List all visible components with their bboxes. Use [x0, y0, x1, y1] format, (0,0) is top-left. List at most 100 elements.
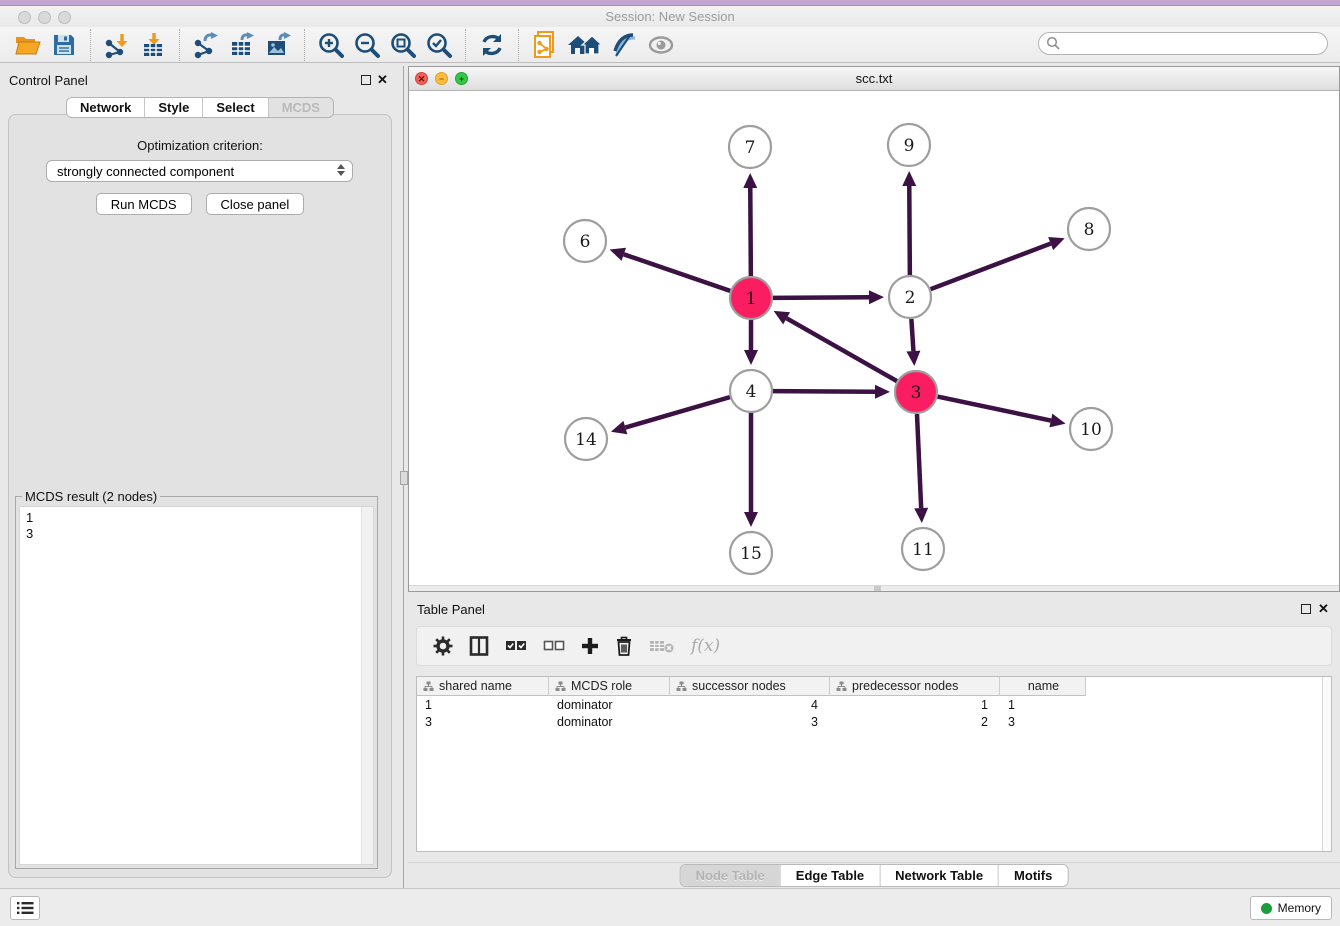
zoom-selected-icon[interactable]	[421, 29, 457, 61]
tab-select[interactable]: Select	[202, 98, 267, 117]
graph-edge[interactable]	[931, 244, 1051, 290]
graph-edge[interactable]	[624, 254, 730, 291]
tab-network[interactable]: Network	[67, 98, 144, 117]
graph-edge[interactable]	[909, 186, 910, 275]
status-bar: Memory	[0, 888, 1340, 926]
sort-hierarchy-icon	[423, 681, 434, 692]
criterion-dropdown[interactable]: strongly connected component	[46, 160, 353, 182]
optimization-criterion-label: Optimization criterion:	[9, 138, 391, 153]
graph-edge[interactable]	[773, 297, 869, 298]
column-header-predecessor-nodes[interactable]: predecessor nodes	[830, 677, 1000, 696]
control-panel-title: Control Panel	[9, 73, 88, 88]
toolbar-separator	[465, 29, 466, 61]
column-header-shared-name[interactable]: shared name	[417, 677, 549, 696]
save-session-icon[interactable]	[46, 29, 82, 61]
search-box[interactable]	[1038, 32, 1328, 55]
table-scrollbar[interactable]	[1322, 677, 1331, 851]
open-session-icon[interactable]	[10, 29, 46, 61]
deselect-all-icon[interactable]	[543, 634, 565, 658]
gear-icon[interactable]	[433, 634, 453, 658]
table-cell[interactable]: 2	[830, 713, 1000, 730]
zoom-out-icon[interactable]	[349, 29, 385, 61]
import-network-icon[interactable]	[99, 29, 135, 61]
control-panel: Control Panel ✕ Optimization criterion: …	[0, 66, 400, 888]
column-header-name[interactable]: name	[1000, 677, 1086, 696]
table-row[interactable]: 3dominator323	[417, 713, 1331, 730]
tab-motifs[interactable]: Motifs	[998, 865, 1067, 886]
graph-node-label: 11	[912, 540, 934, 560]
close-table-panel-icon[interactable]: ✕	[1318, 601, 1329, 617]
result-line: 1	[26, 510, 367, 526]
graph-edge[interactable]	[938, 397, 1051, 421]
network-canvas[interactable]: 1234678910111415	[409, 91, 1339, 586]
float-table-panel-icon[interactable]	[1301, 604, 1311, 614]
graph-edge-arrowhead	[902, 171, 916, 186]
new-network-icon[interactable]	[527, 29, 563, 61]
memory-button[interactable]: Memory	[1250, 896, 1332, 920]
table-cell[interactable]: 3	[1000, 713, 1086, 730]
graph-edge[interactable]	[625, 397, 730, 427]
style-icon[interactable]	[607, 29, 643, 61]
table-cell[interactable]: 1	[830, 696, 1000, 713]
divider	[408, 862, 1340, 863]
table-cell[interactable]: 3	[670, 713, 830, 730]
table-cell[interactable]: dominator	[549, 713, 670, 730]
delete-row-icon[interactable]	[615, 634, 633, 658]
sort-hierarchy-icon	[836, 681, 847, 692]
horizontal-splitter-grip[interactable]	[874, 586, 881, 591]
splitter-grip[interactable]	[400, 471, 408, 485]
graph-edge[interactable]	[911, 319, 913, 351]
graph-edge[interactable]	[917, 414, 921, 508]
tab-network-table[interactable]: Network Table	[879, 865, 998, 886]
table-row[interactable]: 1dominator411	[417, 696, 1331, 713]
columns-icon[interactable]	[469, 634, 489, 658]
export-table-icon[interactable]	[224, 29, 260, 61]
table-cell[interactable]: 3	[417, 713, 549, 730]
select-all-icon[interactable]	[505, 634, 527, 658]
tab-mcds[interactable]: MCDS	[268, 98, 333, 117]
mcds-result-title: MCDS result (2 nodes)	[22, 489, 160, 504]
tab-node-table[interactable]: Node Table	[681, 865, 780, 886]
graph-edge[interactable]	[787, 318, 897, 381]
graph-node-label: 14	[575, 430, 597, 450]
zoom-fit-icon[interactable]	[385, 29, 421, 61]
mcds-result-area[interactable]: 13	[19, 506, 374, 865]
graph-edge[interactable]	[773, 391, 875, 392]
float-panel-icon[interactable]	[361, 75, 371, 85]
graph-edge-arrowhead	[914, 508, 928, 523]
graph-node-label: 10	[1080, 420, 1102, 440]
refresh-icon[interactable]	[474, 29, 510, 61]
close-panel-button[interactable]: Close panel	[206, 193, 305, 215]
export-network-icon[interactable]	[188, 29, 224, 61]
table-cell[interactable]: 1	[417, 696, 549, 713]
column-header-label: predecessor nodes	[852, 679, 958, 693]
column-header-MCDS-role[interactable]: MCDS role	[549, 677, 670, 696]
tab-style[interactable]: Style	[144, 98, 202, 117]
chevron-up-down-icon	[337, 164, 345, 176]
search-input[interactable]	[1061, 35, 1327, 53]
toolbar-separator	[90, 29, 91, 61]
column-header-successor-nodes[interactable]: successor nodes	[670, 677, 830, 696]
graph-edge[interactable]	[750, 188, 751, 276]
run-mcds-button[interactable]: Run MCDS	[96, 193, 192, 215]
network-window-titlebar[interactable]: ✕ − + scc.txt	[409, 67, 1339, 91]
node-table[interactable]: shared nameMCDS rolesuccessor nodes prede…	[416, 676, 1332, 852]
import-table-icon[interactable]	[135, 29, 171, 61]
close-panel-icon[interactable]: ✕	[377, 72, 388, 88]
add-row-icon[interactable]	[581, 634, 599, 658]
tab-edge-table[interactable]: Edge Table	[780, 865, 879, 886]
table-cell[interactable]: dominator	[549, 696, 670, 713]
graph-node-label: 8	[1084, 220, 1095, 240]
table-cell[interactable]: 1	[1000, 696, 1086, 713]
home-icon[interactable]	[563, 29, 607, 61]
column-header-label: name	[1028, 679, 1059, 693]
toolbar-separator	[304, 29, 305, 61]
show-panels-button[interactable]	[10, 896, 40, 920]
result-scrollbar[interactable]	[361, 507, 373, 864]
zoom-in-icon[interactable]	[313, 29, 349, 61]
export-image-icon[interactable]	[260, 29, 296, 61]
network-window-title: scc.txt	[409, 71, 1339, 86]
table-cell[interactable]: 4	[670, 696, 830, 713]
panel-splitter[interactable]	[400, 66, 408, 888]
control-panel-content: Optimization criterion: strongly connect…	[8, 114, 392, 878]
